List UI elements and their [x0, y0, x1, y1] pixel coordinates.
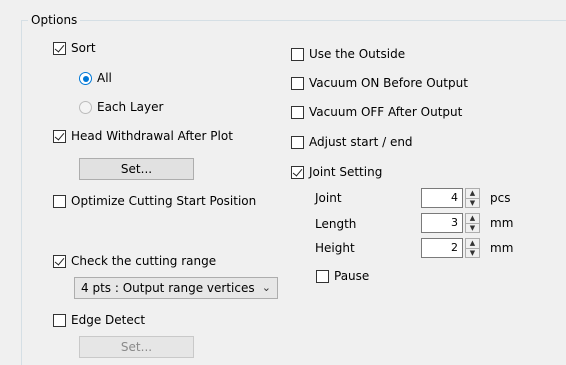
adjust-start-end-checkbox[interactable] — [291, 136, 304, 149]
length-spinner[interactable]: ▲ ▼ — [465, 213, 480, 233]
up-arrow-icon[interactable]: ▲ — [466, 239, 479, 248]
head-withdrawal-label: Head Withdrawal After Plot — [71, 129, 233, 143]
vacuum-on-checkbox[interactable] — [291, 77, 304, 90]
vacuum-off-checkbox[interactable] — [291, 106, 304, 119]
radio-all[interactable] — [79, 72, 92, 85]
length-unit: mm — [490, 216, 514, 230]
pause-label: Pause — [334, 269, 370, 283]
joint-spinner[interactable]: ▲ ▼ — [465, 188, 480, 208]
height-label: Height — [315, 241, 355, 255]
optimize-start-checkbox[interactable] — [53, 195, 66, 208]
length-label: Length — [315, 217, 357, 231]
vacuum-on-label: Vacuum ON Before Output — [309, 76, 468, 90]
use-outside-label: Use the Outside — [309, 47, 406, 61]
length-input[interactable]: 3 — [421, 213, 463, 233]
joint-label: Joint — [315, 191, 342, 205]
sort-checkbox[interactable] — [53, 42, 66, 55]
head-withdrawal-checkbox[interactable] — [53, 130, 66, 143]
optimize-start-label: Optimize Cutting Start Position — [71, 194, 257, 208]
down-arrow-icon[interactable]: ▼ — [466, 248, 479, 258]
joint-unit: pcs — [490, 191, 511, 205]
joint-setting-checkbox[interactable] — [291, 166, 304, 179]
check-range-checkbox[interactable] — [53, 255, 66, 268]
down-arrow-icon[interactable]: ▼ — [466, 223, 479, 233]
edge-detect-checkbox[interactable] — [53, 314, 66, 327]
radio-all-label: All — [97, 71, 112, 85]
up-arrow-icon[interactable]: ▲ — [466, 214, 479, 223]
joint-input[interactable]: 4 — [421, 188, 463, 208]
use-outside-checkbox[interactable] — [291, 48, 304, 61]
adjust-start-end-label: Adjust start / end — [309, 135, 413, 149]
chevron-down-icon: ⌄ — [261, 281, 271, 294]
height-input[interactable]: 2 — [421, 238, 463, 258]
range-select[interactable]: 4 pts : Output range vertices ⌄ — [74, 277, 278, 299]
edge-detect-label: Edge Detect — [71, 313, 146, 327]
joint-setting-label: Joint Setting — [309, 165, 383, 179]
edge-set-button[interactable]: Set... — [79, 336, 194, 358]
range-select-value: 4 pts : Output range vertices — [81, 281, 255, 295]
radio-each-layer[interactable] — [79, 101, 92, 114]
sort-label: Sort — [71, 41, 96, 55]
options-group-title: Options — [28, 12, 81, 28]
pause-checkbox[interactable] — [316, 270, 329, 283]
radio-each-layer-label: Each Layer — [97, 100, 164, 114]
height-unit: mm — [490, 241, 514, 255]
down-arrow-icon[interactable]: ▼ — [466, 198, 479, 208]
up-arrow-icon[interactable]: ▲ — [466, 189, 479, 198]
check-range-label: Check the cutting range — [71, 254, 217, 268]
height-spinner[interactable]: ▲ ▼ — [465, 238, 480, 258]
vacuum-off-label: Vacuum OFF After Output — [309, 105, 463, 119]
set-button[interactable]: Set... — [79, 158, 194, 180]
